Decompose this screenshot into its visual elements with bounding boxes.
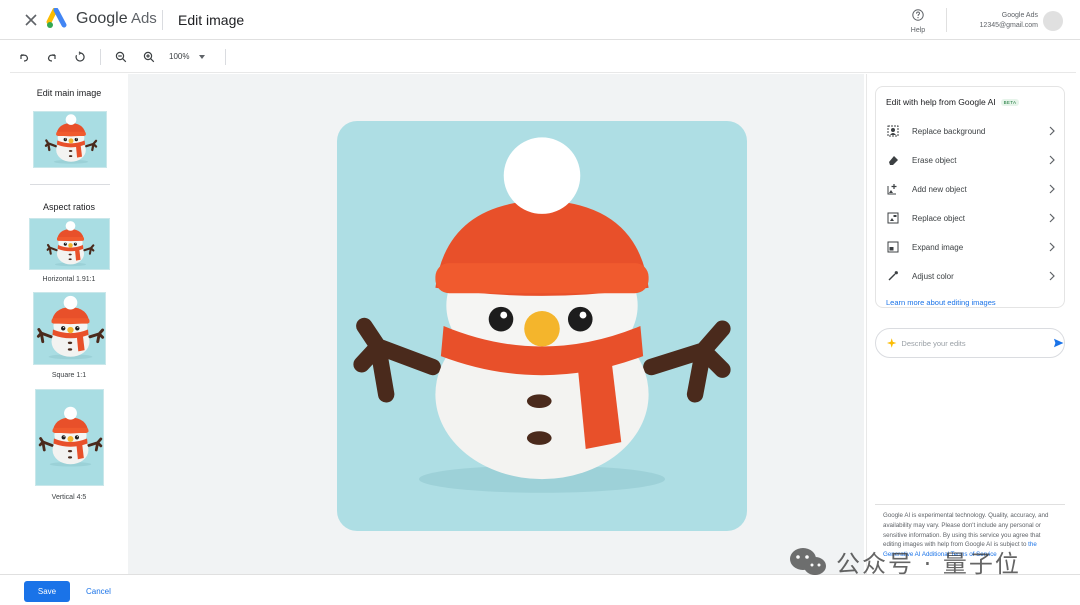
toolbar-separator [100, 48, 101, 65]
left-panel: Edit main image Aspect ratios Horizontal… [10, 74, 128, 574]
chevron-right-icon [1049, 184, 1055, 194]
send-icon[interactable] [1053, 337, 1064, 349]
main-image-heading: Edit main image [36, 88, 102, 98]
add-object-icon [886, 182, 900, 196]
learn-more-link[interactable]: Learn more about editing images [886, 298, 996, 307]
zoom-level-select[interactable]: 100% [169, 52, 189, 61]
zoom-in-button[interactable] [135, 45, 163, 69]
save-button[interactable]: Save [24, 581, 70, 602]
help-icon [912, 9, 924, 21]
redo-button[interactable] [38, 45, 66, 69]
describe-edits-field[interactable] [875, 328, 1065, 358]
chevron-down-icon[interactable] [199, 54, 206, 59]
reset-button[interactable] [66, 45, 94, 69]
item-label: Adjust color [912, 271, 954, 281]
aspect-ratio-label: Vertical 4:5 [51, 494, 87, 501]
replace-object-icon [886, 211, 900, 225]
google-ads-logo-icon [46, 8, 67, 28]
undo-button[interactable] [10, 45, 38, 69]
snowman-image [30, 219, 110, 270]
snowman-image [34, 293, 106, 365]
ai-edit-panel: Edit with help from Google AI BETA Repla… [866, 74, 1080, 574]
aspect-ratio-horizontal[interactable] [29, 218, 110, 270]
ai-panel-title-text: Edit with help from Google AI [886, 97, 996, 107]
account-email: 12345@gmail.com [979, 22, 1038, 29]
panel-divider [30, 184, 110, 185]
ai-panel-title: Edit with help from Google AI BETA [886, 97, 1020, 107]
header-separator [946, 8, 947, 32]
replace-object-item[interactable]: Replace object [886, 207, 1056, 229]
eraser-icon [886, 153, 900, 167]
item-label: Erase object [912, 155, 957, 165]
sparkle-icon [886, 338, 897, 348]
describe-edits-input[interactable] [901, 338, 1035, 348]
page-title: Edit image [178, 12, 245, 28]
reset-icon [75, 50, 85, 62]
watermark: 公众号 · 量子位 [788, 544, 1021, 579]
redo-icon [47, 53, 56, 62]
replace-background-item[interactable]: Replace background [886, 120, 1056, 142]
ai-tools-card: Edit with help from Google AI BETA Repla… [875, 86, 1065, 308]
color-picker-icon [886, 269, 900, 283]
item-label: Add new object [912, 184, 967, 194]
snowman-image [337, 121, 747, 531]
google-ads-logo: Google Ads [46, 8, 157, 30]
main-image-thumbnail[interactable] [33, 111, 107, 168]
editor-toolbar: 100% [10, 41, 1076, 73]
aspect-ratio-square[interactable] [33, 292, 106, 365]
disclaimer-text: Google AI is experimental technology. Qu… [883, 512, 1049, 549]
watermark-text: 公众号 · 量子位 [836, 550, 1021, 578]
app-header: Google Ads Edit image Help Google Ads 12… [0, 0, 1080, 40]
item-label: Replace object [912, 213, 965, 223]
aspect-ratio-label: Horizontal 1.91:1 [42, 276, 96, 283]
replace-background-icon [886, 124, 900, 138]
avatar[interactable] [1043, 11, 1063, 31]
help-label: Help [910, 27, 926, 34]
chevron-right-icon [1049, 271, 1055, 281]
chevron-right-icon [1049, 213, 1055, 223]
close-icon[interactable] [22, 11, 40, 29]
expand-image-item[interactable]: Expand image [886, 236, 1056, 258]
snowman-image [34, 112, 107, 168]
expand-image-icon [886, 240, 900, 254]
image-canvas [128, 74, 864, 574]
account-info[interactable]: Google Ads 12345@gmail.com [980, 11, 1038, 31]
zoom-out-icon [115, 51, 127, 62]
aspect-ratio-vertical[interactable] [35, 389, 104, 486]
undo-icon [20, 53, 29, 62]
snowman-image [36, 390, 104, 486]
erase-object-item[interactable]: Erase object [886, 149, 1056, 171]
main-image[interactable] [337, 121, 747, 531]
aspect-ratios-heading: Aspect ratios [42, 202, 96, 212]
chevron-right-icon [1049, 155, 1055, 165]
item-label: Expand image [912, 242, 964, 252]
account-name: Google Ads [1001, 12, 1038, 19]
add-new-object-item[interactable]: Add new object [886, 178, 1056, 200]
chevron-right-icon [1049, 126, 1055, 136]
zoom-in-icon [143, 51, 155, 62]
zoom-out-button[interactable] [107, 45, 135, 69]
help-button[interactable]: Help [904, 8, 932, 34]
toolbar-separator [225, 48, 227, 65]
header-divider [162, 10, 163, 30]
aspect-ratio-label: Square 1:1 [51, 372, 87, 379]
adjust-color-item[interactable]: Adjust color [886, 265, 1056, 287]
wechat-icon [790, 547, 826, 575]
disclaimer-divider [875, 504, 1065, 505]
brand-name: Google Ads [76, 10, 157, 27]
chevron-right-icon [1049, 242, 1055, 252]
item-label: Replace background [912, 126, 986, 136]
beta-badge: BETA [1000, 98, 1020, 106]
cancel-button[interactable]: Cancel [80, 581, 117, 602]
